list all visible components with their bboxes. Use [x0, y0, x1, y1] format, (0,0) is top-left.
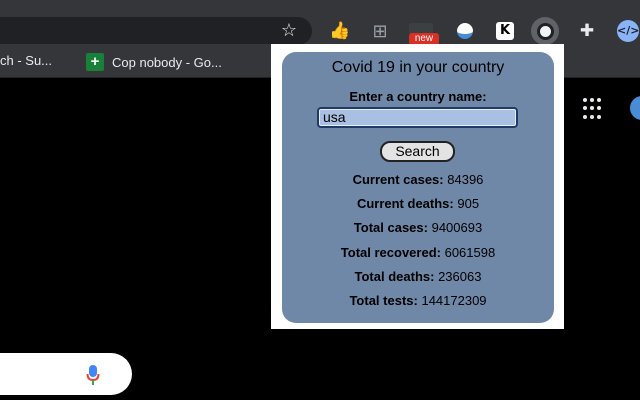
bookmark-item[interactable]: + Cop nobody - Go... [86, 53, 222, 71]
stat-value: 84396 [447, 172, 484, 187]
puzzle-extensions-icon[interactable]: ✚ [573, 17, 601, 45]
address-bar[interactable] [0, 17, 312, 45]
k-letter: K [496, 22, 514, 40]
covid-extension-icon[interactable] [531, 17, 559, 45]
stat-label: Total cases: [353, 220, 428, 235]
stat-current-cases: Current cases: 84396 [282, 172, 554, 187]
extension-popup: Covid 19 in your country Enter a country… [271, 44, 564, 329]
stat-value: 9400693 [431, 220, 483, 235]
grid-extension-icon[interactable]: ⊞ [366, 17, 394, 45]
stat-label: Current deaths: [356, 196, 454, 211]
bookmark-star-icon[interactable]: ☆ [277, 17, 301, 43]
stat-current-deaths: Current deaths: 905 [282, 196, 554, 211]
country-input[interactable]: usa [317, 107, 518, 128]
disc-extension-icon[interactable] [451, 17, 479, 45]
stat-value: 236063 [438, 269, 482, 284]
new-extension-icon[interactable]: new [407, 17, 439, 45]
stat-value: 6061598 [444, 245, 496, 260]
search-button[interactable]: Search [380, 141, 455, 162]
stat-label: Current cases: [352, 172, 444, 187]
stat-value: 905 [457, 196, 480, 211]
bookmark-label: ch - Su... [0, 53, 53, 68]
stat-value: 144172309 [421, 293, 487, 308]
thumbs-up-extension-icon[interactable]: 👍 [326, 17, 354, 45]
stat-label: Total recovered: [340, 245, 441, 260]
microphone-icon[interactable] [86, 364, 100, 386]
stat-label: Total deaths: [354, 269, 435, 284]
stat-total-deaths: Total deaths: 236063 [282, 269, 554, 284]
popup-title: Covid 19 in your country [331, 59, 505, 76]
stat-label: Total tests: [349, 293, 418, 308]
stat-total-cases: Total cases: 9400693 [282, 220, 554, 235]
k-extension-icon[interactable]: K [491, 17, 519, 45]
browser-toolbar: ☆ 👍 ⊞ new K ✚ </> [0, 0, 640, 45]
bookmark-label: Cop nobody - Go... [112, 54, 222, 70]
google-sheets-icon: + [86, 53, 104, 71]
covid-panel: Covid 19 in your country Enter a country… [282, 52, 554, 323]
google-search-box[interactable] [0, 353, 132, 395]
stat-total-recovered: Total recovered: 6061598 [282, 245, 554, 260]
code-label: </> [617, 20, 639, 42]
bookmark-item[interactable]: ch - Su... [0, 53, 52, 68]
stat-total-tests: Total tests: 144172309 [282, 293, 554, 308]
profile-avatar[interactable] [630, 96, 640, 120]
apps-grid-icon[interactable] [583, 98, 605, 120]
country-prompt: Enter a country name: [349, 89, 487, 104]
code-extension-icon[interactable]: </> [614, 17, 640, 45]
